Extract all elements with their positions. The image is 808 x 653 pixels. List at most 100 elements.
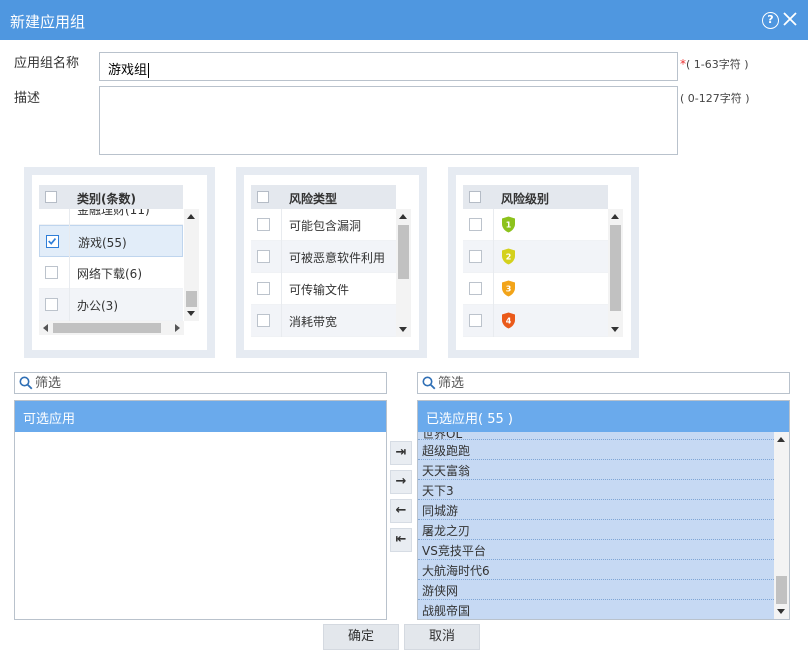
risk-type-row-label: 消耗带宽 (289, 315, 338, 329)
name-input[interactable]: 游戏组 (99, 52, 678, 81)
risk-level-row[interactable]: 3 (463, 273, 608, 305)
risk-type-checkbox[interactable] (257, 218, 270, 231)
scroll-thumb[interactable] (610, 225, 621, 311)
risk-level-checkbox[interactable] (469, 250, 482, 263)
list-item[interactable]: 天下3 (418, 480, 774, 500)
risk-type-grid: 风险类型 可能包含漏洞 可被恶意软件利用 可传输文件 消耗带宽 (244, 175, 419, 350)
category-checkbox[interactable] (46, 235, 59, 248)
risk-type-vscrollbar[interactable] (396, 209, 411, 337)
risk-level-checkbox[interactable] (469, 282, 482, 295)
category-row[interactable]: 网络下载(6) (39, 257, 183, 289)
remove-button[interactable]: ← (390, 499, 412, 523)
column-separator (281, 209, 282, 337)
category-row-label: 网络下载(6) (77, 267, 142, 281)
dialog-title: 新建应用组 (10, 13, 86, 31)
risk-type-checkbox[interactable] (257, 314, 270, 327)
risk-level-4-shield-icon: 4 (502, 312, 515, 329)
svg-text:3: 3 (506, 285, 512, 294)
scroll-thumb[interactable] (186, 291, 197, 307)
scroll-down-icon[interactable] (777, 609, 785, 614)
risk-level-row[interactable]: 1 (463, 209, 608, 241)
list-item[interactable]: 游侠网 (418, 580, 774, 600)
list-item[interactable]: 大航海时代6 (418, 560, 774, 580)
scroll-thumb[interactable] (398, 225, 409, 279)
risk-type-row[interactable]: 可传输文件 (251, 273, 396, 305)
scroll-down-icon[interactable] (399, 327, 407, 332)
available-list: 可选应用 (14, 400, 387, 620)
risk-type-checkbox[interactable] (257, 282, 270, 295)
scroll-up-icon[interactable] (611, 214, 619, 219)
scroll-down-icon[interactable] (611, 327, 619, 332)
risk-type-select-all-checkbox[interactable] (257, 191, 269, 203)
risk-type-checkbox[interactable] (257, 250, 270, 263)
scroll-thumb[interactable] (53, 323, 161, 333)
risk-type-panel: 风险类型 可能包含漏洞 可被恶意软件利用 可传输文件 消耗带宽 (236, 167, 427, 358)
risk-level-checkbox[interactable] (469, 218, 482, 231)
category-vscrollbar[interactable] (184, 209, 199, 321)
risk-type-row[interactable]: 可被恶意软件利用 (251, 241, 396, 273)
category-checkbox[interactable] (45, 266, 58, 279)
risk-level-row[interactable]: 2 (463, 241, 608, 273)
scroll-down-icon[interactable] (187, 311, 195, 316)
name-label: 应用组名称 (14, 56, 80, 71)
list-item[interactable]: 超级跑跑 (418, 440, 774, 460)
scroll-thumb[interactable] (776, 576, 787, 604)
name-hint: *( 1-63字符 ) (680, 56, 749, 72)
checkmark-icon (48, 237, 57, 245)
category-grid: 类别(条数) 金融理财(11) 游戏(55) 网络下载(6) 办公(3) (32, 175, 207, 350)
category-select-all-checkbox[interactable] (45, 191, 57, 203)
risk-level-checkbox[interactable] (469, 314, 482, 327)
svg-text:1: 1 (506, 221, 512, 230)
desc-textarea[interactable] (99, 86, 678, 155)
available-search-box[interactable] (14, 372, 387, 394)
list-item[interactable]: 世界OL (418, 432, 774, 440)
remove-all-button[interactable]: ⇤ (390, 528, 412, 552)
category-row-label: 办公(3) (77, 299, 118, 313)
dialog-titlebar: 新建应用组 ? (0, 0, 808, 40)
available-list-body[interactable] (15, 432, 386, 619)
category-row[interactable]: 游戏(55) (39, 225, 183, 257)
category-grid-body: 金融理财(11) 游戏(55) 网络下载(6) 办公(3) (39, 209, 183, 321)
risk-level-grid: 风险级别 1 2 3 4 (456, 175, 631, 350)
list-item[interactable]: 同城游 (418, 500, 774, 520)
help-icon[interactable]: ? (762, 12, 779, 29)
selected-vscrollbar[interactable] (774, 432, 789, 619)
category-row[interactable]: 办公(3) (39, 289, 183, 321)
scroll-up-icon[interactable] (777, 437, 785, 442)
category-hscrollbar[interactable] (39, 321, 184, 335)
selected-search-box[interactable] (417, 372, 790, 394)
scroll-up-icon[interactable] (187, 214, 195, 219)
list-item[interactable]: VS竞技平台 (418, 540, 774, 560)
risk-level-grid-body: 1 2 3 4 (463, 209, 608, 337)
risk-type-row[interactable]: 可能包含漏洞 (251, 209, 396, 241)
svg-text:2: 2 (506, 253, 512, 262)
category-row-label: 游戏(55) (78, 236, 127, 250)
search-icon (422, 376, 436, 390)
risk-level-vscrollbar[interactable] (608, 209, 623, 337)
selected-search-input[interactable] (438, 374, 638, 392)
selected-list: 已选应用( 55 ) 世界OL 超级跑跑 天天富翁 天下3 同城游 屠龙之刃 V… (417, 400, 790, 620)
risk-level-select-all-checkbox[interactable] (469, 191, 481, 203)
category-row[interactable]: 金融理财(11) (39, 209, 183, 225)
ok-button[interactable]: 确定 (323, 624, 399, 650)
category-grid-header: 类别(条数) (39, 185, 183, 209)
risk-level-3-shield-icon: 3 (502, 280, 515, 297)
list-item[interactable]: 天天富翁 (418, 460, 774, 480)
scroll-up-icon[interactable] (399, 214, 407, 219)
list-item[interactable]: 屠龙之刃 (418, 520, 774, 540)
cancel-button[interactable]: 取消 (404, 624, 480, 650)
add-all-button[interactable]: ⇥ (390, 441, 412, 465)
close-icon[interactable] (782, 11, 798, 27)
risk-type-row[interactable]: 消耗带宽 (251, 305, 396, 337)
name-input-value: 游戏组 (108, 63, 148, 78)
add-button[interactable]: → (390, 470, 412, 494)
risk-level-row[interactable]: 4 (463, 305, 608, 337)
list-item[interactable]: 战舰帝国 (418, 600, 774, 619)
available-list-header: 可选应用 (15, 401, 386, 432)
scroll-right-icon[interactable] (175, 324, 180, 332)
category-checkbox[interactable] (45, 298, 58, 311)
risk-level-grid-header: 风险级别 (463, 185, 608, 209)
scroll-left-icon[interactable] (43, 324, 48, 332)
column-separator (69, 209, 70, 321)
available-search-input[interactable] (35, 374, 235, 392)
